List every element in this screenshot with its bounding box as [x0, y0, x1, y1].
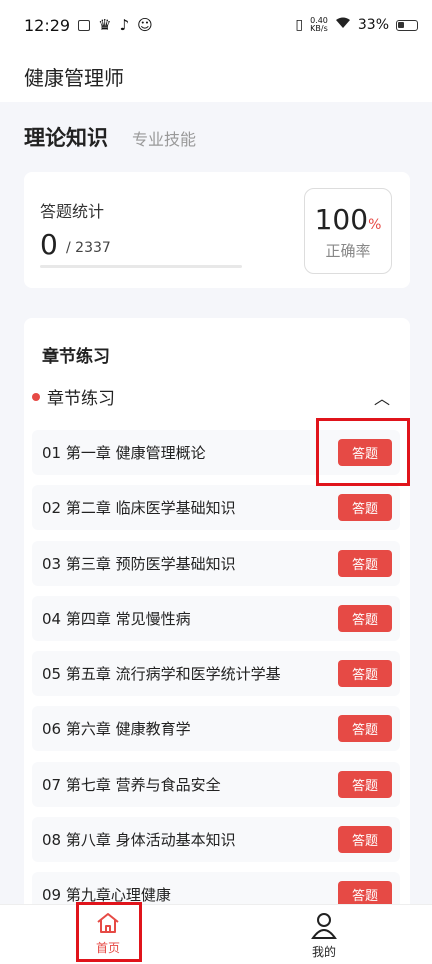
answer-button[interactable]: 答题 [338, 604, 392, 632]
chapter-row[interactable]: 05 第五章 流行病学和医学统计学基 答题 [32, 651, 400, 697]
battery-text: 33% [357, 17, 389, 33]
chapter-title: 02 第二章 临床医学基础知识 [42, 499, 236, 518]
chapter-title: 03 第三章 预防医学基础知识 [42, 554, 236, 573]
accuracy-label: 正确率 [325, 242, 371, 260]
bottom-nav: 首页 我的 [0, 904, 432, 964]
chapter-list: 01 第一章 健康管理概论 答题 02 第二章 临床医学基础知识 答题 03 第三章 预… [32, 430, 400, 918]
accuracy-unit: % [368, 217, 382, 233]
subject-tabs: 理论知识 专业技能 [24, 122, 196, 152]
answer-button[interactable]: 答题 [338, 549, 392, 577]
chapter-title: 04 第四章 常见慢性病 [42, 609, 191, 628]
accuracy-box: 100% 正确率 [304, 188, 392, 274]
screen-icon [78, 19, 91, 31]
chapter-title: 08 第八章 身体活动基本知识 [42, 831, 236, 850]
battery-icon [396, 19, 418, 31]
vibrate-icon: ▯ [295, 17, 304, 33]
wifi-icon [335, 17, 351, 33]
dot-icon [32, 392, 40, 401]
total-count: / 2337 [66, 240, 111, 256]
section-label: 章节练习 [47, 389, 115, 409]
music-icon: ♪ [119, 16, 130, 34]
answer-button[interactable]: 答题 [338, 715, 392, 743]
crown-icon: ♛ [98, 16, 112, 34]
chapter-row[interactable]: 07 第七章 营养与食品安全 答题 [32, 761, 400, 807]
chapter-title: 01 第一章 健康管理概论 [42, 444, 206, 462]
chapter-row[interactable]: 04 第四章 常见慢性病 答题 [32, 595, 400, 641]
chapter-row[interactable]: 08 第八章 身体活动基本知识 答题 [32, 817, 400, 863]
app-title: 健康管理师 [24, 65, 124, 90]
progress-bar [40, 265, 242, 268]
chapter-row[interactable]: 06 第六章 健康教育学 答题 [32, 706, 400, 752]
chapter-title: 05 第五章 流行病学和医学统计学基 [42, 665, 281, 684]
highlight-box [76, 902, 142, 962]
nav-mine[interactable]: 我的 [292, 905, 356, 964]
tab-theory[interactable]: 理论知识 [24, 122, 108, 152]
chapter-card: 章节练习 章节练习 ︿ 01 第一章 健康管理概论 答题 02 第二章 临床医学基础… [24, 318, 410, 918]
status-time: 12:29 [24, 15, 71, 35]
section-header[interactable]: 章节练习 ︿ [32, 384, 392, 409]
chapter-title: 06 第六章 健康教育学 [42, 720, 191, 739]
chevron-up-icon[interactable]: ︿ [372, 385, 392, 409]
network-speed: 0.40 KB/s [310, 17, 328, 33]
answer-button[interactable]: 答题 [338, 494, 392, 522]
user-icon [292, 911, 356, 943]
app-icon: ☺ [137, 16, 153, 34]
accuracy-value: 100% [305, 203, 391, 236]
speed-unit: KB/s [310, 24, 328, 33]
stats-label: 答题统计 [40, 202, 105, 221]
accuracy-number: 100 [314, 203, 369, 236]
answer-button[interactable]: 答题 [338, 660, 392, 688]
chapter-row[interactable]: 03 第三章 预防医学基础知识 答题 [32, 540, 400, 586]
answer-button[interactable]: 答题 [338, 826, 392, 854]
answer-button[interactable]: 答题 [338, 770, 392, 798]
highlight-box [316, 418, 410, 486]
app-bar: 健康管理师 [0, 50, 432, 102]
card-title: 章节练习 [42, 347, 110, 367]
chapter-title: 07 第七章 营养与食品安全 [42, 775, 221, 794]
status-bar: 12:29 ♛ ♪ ☺ ▯ 0.40 KB/s 33% [0, 0, 432, 50]
chapter-row[interactable]: 02 第二章 临床医学基础知识 答题 [32, 485, 400, 531]
tab-skills[interactable]: 专业技能 [132, 126, 196, 150]
answered-count: 0 [40, 228, 58, 261]
stats-card: 答题统计 0 / 2337 100% 正确率 [24, 172, 410, 288]
nav-mine-label: 我的 [311, 945, 336, 959]
